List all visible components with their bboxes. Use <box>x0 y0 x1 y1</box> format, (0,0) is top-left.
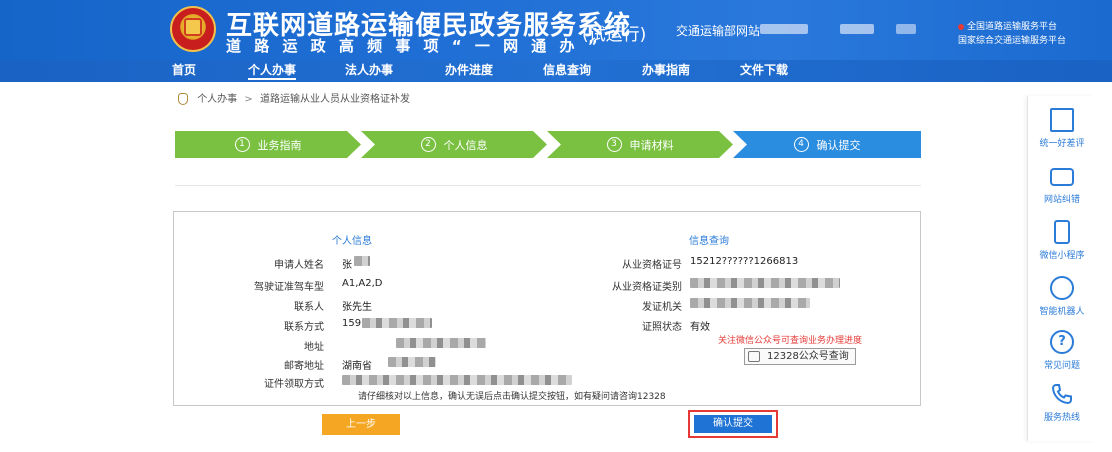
query-info-title: 信息查询 <box>689 236 729 247</box>
nav-download[interactable]: 文件下载 <box>740 62 788 80</box>
phone-icon <box>1054 220 1070 244</box>
issuing-authority-label: 发证机关 <box>642 302 682 313</box>
redacted-value <box>396 338 486 348</box>
side-item-miniprogram[interactable]: 微信小程序 <box>1028 214 1096 270</box>
side-toolbar: 统一好差评 网站纠错 微信小程序 智能机器人 ? 常见问题 服务热线 <box>1027 96 1095 441</box>
redacted-value <box>690 298 810 308</box>
confirm-highlight: 确认提交 <box>688 410 778 438</box>
blurred-link[interactable] <box>760 24 808 34</box>
address-label: 地址 <box>304 342 324 353</box>
robot-icon <box>1050 276 1074 300</box>
side-item-faq[interactable]: ? 常见问题 <box>1028 324 1096 380</box>
blurred-link[interactable] <box>896 24 916 34</box>
step-4: 4 确认提交 <box>733 131 921 158</box>
cert-status-value: 有效 <box>690 322 710 333</box>
confirm-submit-button[interactable]: 确认提交 <box>694 415 772 433</box>
license-class-value: A1,A2,D <box>342 278 383 289</box>
ministry-link[interactable]: 交通运输部网站 <box>676 22 760 39</box>
alert-dot-icon <box>958 23 964 30</box>
previous-step-button[interactable]: 上一步 <box>322 414 400 435</box>
cert-number-label: 从业资格证号 <box>622 260 682 271</box>
side-item-correction[interactable]: 网站纠错 <box>1028 158 1096 214</box>
rating-icon <box>1050 108 1074 132</box>
copy-icon <box>748 351 760 362</box>
header-notice[interactable]: 全国道路运输服务平台 国家综合交通运输服务平台 <box>958 20 1066 48</box>
nav-query[interactable]: 信息查询 <box>543 62 591 80</box>
contact-phone-label: 联系方式 <box>284 322 324 333</box>
mailing-address-label: 邮寄地址 <box>284 361 324 372</box>
telephone-icon <box>1051 384 1072 405</box>
progress-steps: 1 业务指南 2 个人信息 3 申请材料 4 确认提交 <box>175 131 921 158</box>
blurred-link[interactable] <box>840 24 874 34</box>
mailing-address-value: 湖南省 <box>342 361 372 372</box>
side-item-hotline[interactable]: 服务热线 <box>1028 376 1096 432</box>
redacted-value <box>362 318 432 328</box>
contact-person-label: 联系人 <box>294 302 324 313</box>
wechat-query-badge[interactable]: 12328公众号查询 <box>744 348 856 365</box>
redacted-value <box>690 278 840 288</box>
breadcrumb-root[interactable]: 个人办事 <box>197 94 237 105</box>
site-header: 互联网道路运输便民政务服务系统 (试运行) 道 路 运 政 高 频 事 项 “ … <box>0 0 1112 60</box>
nav-progress[interactable]: 办件进度 <box>445 62 493 80</box>
nav-personal[interactable]: 个人办事 <box>248 62 297 80</box>
cert-number-value: 15212??????1266813 <box>690 256 799 267</box>
nav-guide[interactable]: 办事指南 <box>642 62 690 80</box>
main-nav: 首页 个人办事 法人办事 办件进度 信息查询 办事指南 文件下载 <box>0 60 1112 82</box>
pickup-method-label: 证件领取方式 <box>264 379 324 390</box>
redacted-value <box>342 375 572 385</box>
license-class-label: 驾驶证准驾车型 <box>254 282 324 293</box>
divider <box>175 185 921 186</box>
breadcrumb: 个人办事 > 道路运输从业人员从业资格证补发 <box>178 90 410 105</box>
contact-person-value: 张先生 <box>342 302 372 313</box>
nav-legal[interactable]: 法人办事 <box>345 62 393 80</box>
footer-note: 请仔细核对以上信息，确认无误后点击确认提交按钮，如有疑问请咨询12328 <box>358 392 666 402</box>
location-icon <box>178 93 188 105</box>
question-icon: ? <box>1050 330 1074 354</box>
breadcrumb-separator: > <box>244 94 253 105</box>
personal-info-title: 个人信息 <box>332 236 372 247</box>
side-item-rating[interactable]: 统一好差评 <box>1028 102 1096 158</box>
redacted-value <box>354 256 370 266</box>
side-item-robot[interactable]: 智能机器人 <box>1028 270 1096 326</box>
applicant-name-value: 张 <box>342 260 352 271</box>
step-1: 1 业务指南 <box>175 131 361 158</box>
redacted-value <box>388 357 436 367</box>
cert-status-label: 证照状态 <box>642 322 682 333</box>
wechat-notice: 关注微信公众号可查询业务办理进度 <box>718 336 863 346</box>
breadcrumb-current: 道路运输从业人员从业资格证补发 <box>259 94 410 105</box>
chat-icon <box>1050 168 1074 186</box>
cert-category-label: 从业资格证类别 <box>612 282 682 293</box>
site-slogan: 道 路 运 政 高 频 事 项 “ 一 网 通 办 ” <box>226 37 602 55</box>
info-panel: 个人信息 信息查询 申请人姓名 张 驾驶证准驾车型 A1,A2,D 联系人 张先… <box>173 211 921 406</box>
national-emblem-icon <box>170 6 216 52</box>
nav-home[interactable]: 首页 <box>172 62 196 80</box>
contact-phone-value: 159 <box>342 318 362 329</box>
applicant-name-label: 申请人姓名 <box>274 260 324 271</box>
step-2: 2 个人信息 <box>361 131 547 158</box>
step-3: 3 申请材料 <box>547 131 733 158</box>
